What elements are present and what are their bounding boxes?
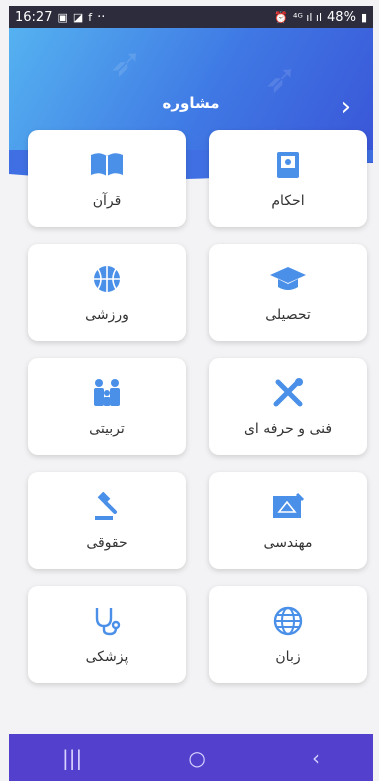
card-label: حقوقی <box>86 534 128 551</box>
graduation-cap-icon <box>268 263 308 295</box>
card-label: ورزشی <box>85 306 129 323</box>
card-label: پزشکی <box>85 648 129 665</box>
alarm-icon: ⏰ <box>274 10 289 24</box>
card-pezeshki[interactable]: پزشکی <box>28 586 186 683</box>
card-label: مهندسی <box>263 534 313 551</box>
battery-level: 48% <box>327 9 356 25</box>
facebook-icon: f <box>88 10 93 24</box>
app-icon: ◪ <box>72 10 84 24</box>
back-button[interactable]: ‹ <box>312 746 320 770</box>
card-quran[interactable]: قرآن <box>28 130 186 227</box>
card-label: تحصیلی <box>265 306 311 323</box>
home-button[interactable]: ○ <box>188 746 205 770</box>
status-bar: 16:27 ▣ ◪ f ·· ⏰ ⁴ᴳ ıl ıl 48% ▮ <box>9 6 373 28</box>
card-label: تربیتی <box>89 420 125 437</box>
recents-button[interactable]: ||| <box>62 746 82 770</box>
card-varzeshi[interactable]: ورزشی <box>28 244 186 341</box>
card-label: فنی و حرفه ای <box>243 420 333 437</box>
quran-icon <box>87 149 127 181</box>
system-nav-bar: ||| ○ ‹ <box>9 734 373 781</box>
back-chevron-icon[interactable]: › <box>341 94 351 120</box>
card-label: احکام <box>271 192 305 209</box>
card-tarbiati[interactable]: تربیتی <box>28 358 186 455</box>
book-icon <box>268 149 308 181</box>
card-ahkam[interactable]: احکام <box>209 130 367 227</box>
battery-icon: ▮ <box>360 10 367 24</box>
clock: 16:27 <box>15 9 53 25</box>
card-fanni[interactable]: فنی و حرفه ای <box>209 358 367 455</box>
card-tahsili[interactable]: تحصیلی <box>209 244 367 341</box>
gallery-icon: ▣ <box>57 10 68 24</box>
bird-decoration-icon: ➶ <box>109 40 143 86</box>
card-label: زبان <box>275 648 301 665</box>
basketball-icon <box>87 263 127 295</box>
more-notifications-icon: ·· <box>97 9 106 25</box>
blueprint-icon <box>268 491 308 523</box>
family-icon <box>87 377 127 409</box>
signal-icon: ⁴ᴳ ıl ıl <box>293 10 323 24</box>
globe-icon <box>268 605 308 637</box>
page-title: مشاوره <box>162 94 220 112</box>
gavel-icon <box>87 491 127 523</box>
card-zaban[interactable]: زبان <box>209 586 367 683</box>
card-mohandesi[interactable]: مهندسی <box>209 472 367 569</box>
tools-icon <box>268 377 308 409</box>
card-label: قرآن <box>92 192 122 209</box>
stethoscope-icon <box>87 605 127 637</box>
card-hoghoghi[interactable]: حقوقی <box>28 472 186 569</box>
